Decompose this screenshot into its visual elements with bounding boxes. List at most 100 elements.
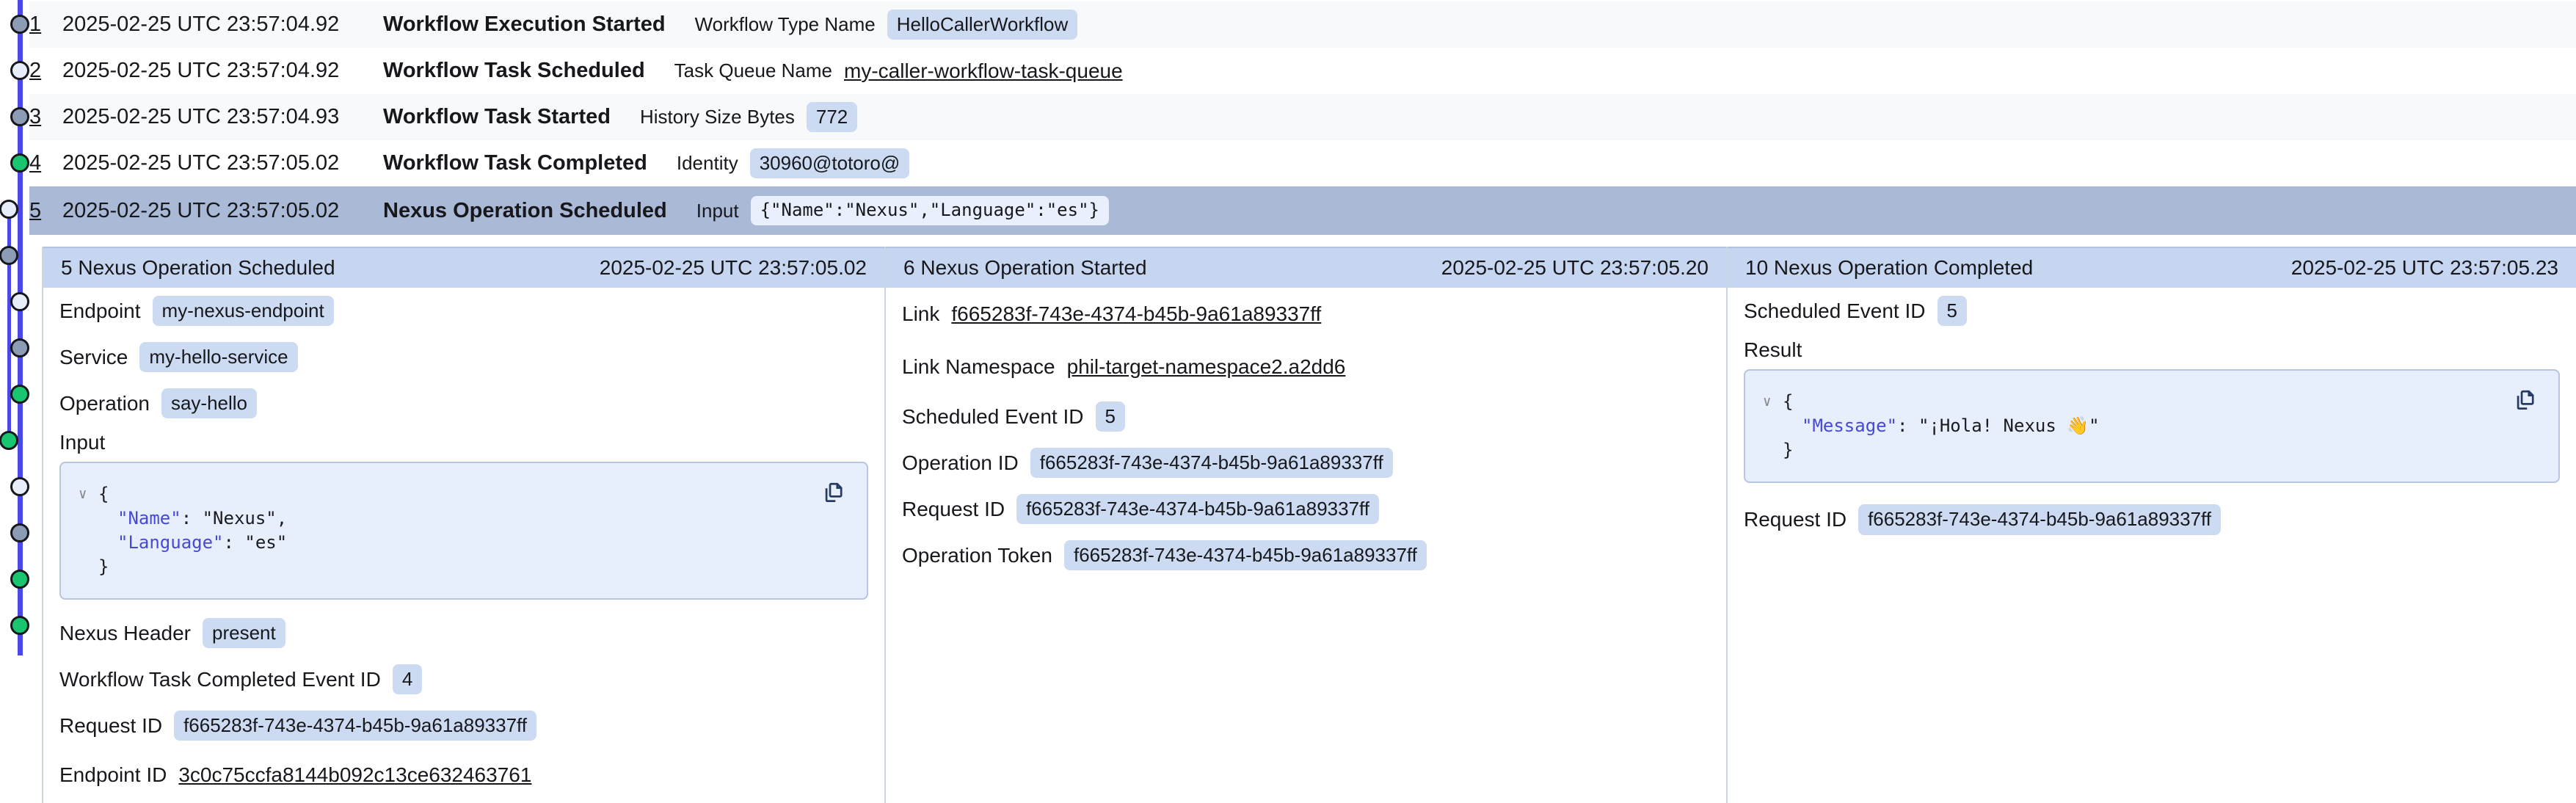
detail-field: Request IDf665283f-743e-4374-b45b-9a61a8… [1744, 493, 2560, 546]
json-line: } [1763, 438, 2541, 462]
json-line: "Message": "¡Hola! Nexus 👋" [1763, 414, 2541, 438]
event-name: Workflow Task Completed [383, 151, 647, 175]
detail-value-badge: say-hello [161, 388, 257, 419]
detail-field-label: Request ID [902, 498, 1005, 521]
event-timestamp: 2025-02-25 UTC 23:57:05.02 [62, 199, 383, 223]
detail-field-label: Service [59, 346, 128, 369]
event-id-link[interactable]: 5 [29, 199, 62, 223]
detail-value-badge: my-hello-service [139, 342, 297, 373]
detail-field: Endpoint my-nexus-endpoint [59, 288, 868, 334]
caret-spacer [79, 555, 98, 579]
detail-field-label: Operation [59, 392, 150, 415]
detail-value-badge: f665283f-743e-4374-b45b-9a61a89337ff [174, 711, 536, 741]
caret-spacer [1763, 414, 1783, 438]
detail-value-badge: my-nexus-endpoint [153, 296, 334, 327]
json-code-block: ∨{"Message": "¡Hola! Nexus 👋"} [1744, 369, 2560, 483]
caret-spacer [1763, 438, 1783, 462]
event-detail-panel: 10 Nexus Operation Completed 2025-02-25 … [1726, 247, 2576, 803]
json-line: "Name": "Nexus", [79, 506, 849, 531]
event-detail-panels: 5 Nexus Operation Scheduled 2025-02-25 U… [0, 247, 2576, 803]
detail-field: Nexus Header present [59, 610, 868, 656]
event-timestamp: 2025-02-25 UTC 23:57:05.02 [62, 151, 383, 175]
event-name: Workflow Task Scheduled [383, 59, 645, 83]
detail-value-badge: f665283f-743e-4374-b45b-9a61a89337ff [1064, 540, 1427, 571]
panel-body: Scheduled Event ID5Result∨{"Message": "¡… [1728, 288, 2576, 546]
panel-timestamp: 2025-02-25 UTC 23:57:05.02 [600, 256, 867, 280]
detail-field-label: Input [59, 426, 868, 459]
detail-value-link[interactable]: f665283f-743e-4374-b45b-9a61a89337ff [951, 302, 1321, 326]
detail-value-badge: 5 [1096, 402, 1125, 432]
detail-field-label: Operation Token [902, 544, 1052, 567]
workflow-history-view: { "colors": { "line_color": "#4b48e8", "… [0, 0, 2576, 803]
event-name: Workflow Task Started [383, 105, 611, 129]
history-event-row[interactable]: 3 2025-02-25 UTC 23:57:04.93 Workflow Ta… [29, 94, 2576, 140]
event-attribute-value-badge: HelloCallerWorkflow [887, 10, 1078, 40]
panel-body: Endpoint my-nexus-endpoint Service my-hello… [43, 288, 884, 802]
detail-field-label: Endpoint [59, 299, 141, 323]
event-attribute-value-link[interactable]: my-caller-workflow-task-queue [844, 59, 1123, 83]
event-history-rows: 1 2025-02-25 UTC 23:57:04.92 Workflow Ex… [0, 1, 2576, 235]
event-id-link[interactable]: 3 [29, 105, 62, 129]
copy-icon [2513, 388, 2538, 413]
event-attribute-label: History Size Bytes [640, 106, 795, 128]
history-event-row[interactable]: 2 2025-02-25 UTC 23:57:04.92 Workflow Ta… [29, 48, 2576, 94]
caret-spacer [79, 531, 98, 555]
event-timestamp: 2025-02-25 UTC 23:57:04.92 [62, 59, 383, 83]
detail-value-badge: 4 [393, 664, 422, 695]
json-line: } [79, 555, 849, 579]
event-attribute-label: Workflow Type Name [695, 13, 876, 36]
panel-body: Link f665283f-743e-4374-b45b-9a61a89337ff… [886, 288, 1726, 578]
detail-value-badge: f665283f-743e-4374-b45b-9a61a89337ff [1030, 448, 1393, 479]
event-id-link[interactable]: 2 [29, 59, 62, 83]
collapse-caret-icon[interactable]: ∨ [79, 482, 98, 506]
panel-header: 10 Nexus Operation Completed 2025-02-25 … [1728, 247, 2576, 288]
history-event-row[interactable]: 4 2025-02-25 UTC 23:57:05.02 Workflow Ta… [29, 140, 2576, 186]
detail-value-link[interactable]: phil-target-namespace2.a2dd6 [1067, 355, 1346, 379]
panel-title: 6 Nexus Operation Started [903, 256, 1147, 280]
event-attribute-value-badge: 30960@totoro@ [750, 148, 910, 179]
detail-field: Workflow Task Completed Event ID 4 [59, 656, 868, 702]
detail-field-label: Scheduled Event ID [1744, 299, 1926, 323]
detail-field: Operation Token f665283f-743e-4374-b45b-9… [902, 532, 1710, 578]
copy-icon [821, 481, 846, 506]
json-code-block: ∨{"Name": "Nexus","Language": "es"} [59, 462, 868, 600]
event-name: Nexus Operation Scheduled [383, 199, 667, 223]
panel-header: 6 Nexus Operation Started 2025-02-25 UTC… [886, 247, 1726, 288]
panel-timestamp: 2025-02-25 UTC 23:57:05.23 [2291, 256, 2558, 280]
copy-button[interactable] [2513, 388, 2538, 413]
detail-field: Scheduled Event ID5 [1744, 288, 2560, 334]
detail-field-label: Nexus Header [59, 622, 191, 645]
event-id-link[interactable]: 1 [29, 12, 62, 37]
detail-value-badge: f665283f-743e-4374-b45b-9a61a89337ff [1016, 494, 1379, 525]
caret-spacer [79, 506, 98, 531]
event-name: Workflow Execution Started [383, 12, 666, 37]
detail-field: Operation ID f665283f-743e-4374-b45b-9a61… [902, 440, 1710, 486]
detail-value-badge: present [203, 618, 285, 649]
detail-field: Request ID f665283f-743e-4374-b45b-9a61a8… [902, 486, 1710, 532]
detail-field: Operation say-hello [59, 380, 868, 426]
collapse-caret-icon[interactable]: ∨ [1763, 390, 1783, 414]
detail-value-link[interactable]: 3c0c75ccfa8144b092c13ce632463761 [178, 763, 531, 787]
detail-field-label: Result [1744, 334, 2560, 366]
detail-field-label: Endpoint ID [59, 763, 167, 787]
detail-field: Link f665283f-743e-4374-b45b-9a61a89337ff [902, 288, 1710, 341]
event-attribute-label: Task Queue Name [674, 59, 832, 82]
event-attribute-value-badge: 772 [807, 102, 857, 133]
copy-button[interactable] [821, 481, 846, 506]
json-line: ∨{ [1763, 390, 2541, 414]
detail-field: Scheduled Event ID5 [902, 393, 1710, 440]
event-detail-panel: 5 Nexus Operation Scheduled 2025-02-25 U… [42, 247, 884, 803]
detail-field-label: Request ID [1744, 508, 1847, 531]
event-id-link[interactable]: 4 [29, 151, 62, 175]
detail-field-label: Workflow Task Completed Event ID [59, 668, 381, 691]
panel-title: 10 Nexus Operation Completed [1745, 256, 2033, 280]
detail-field-label: Operation ID [902, 451, 1019, 475]
event-attribute-value-badge: {"Name":"Nexus","Language":"es"} [751, 196, 1109, 225]
history-event-row[interactable]: 1 2025-02-25 UTC 23:57:04.92 Workflow Ex… [29, 1, 2576, 48]
history-event-row[interactable]: 5 2025-02-25 UTC 23:57:05.02 Nexus Opera… [29, 186, 2576, 235]
detail-field-label: Link Namespace [902, 355, 1055, 379]
event-timestamp: 2025-02-25 UTC 23:57:04.93 [62, 105, 383, 129]
event-attribute-label: Input [696, 200, 739, 222]
detail-field-label: Link [902, 302, 939, 326]
panel-timestamp: 2025-02-25 UTC 23:57:05.20 [1441, 256, 1709, 280]
